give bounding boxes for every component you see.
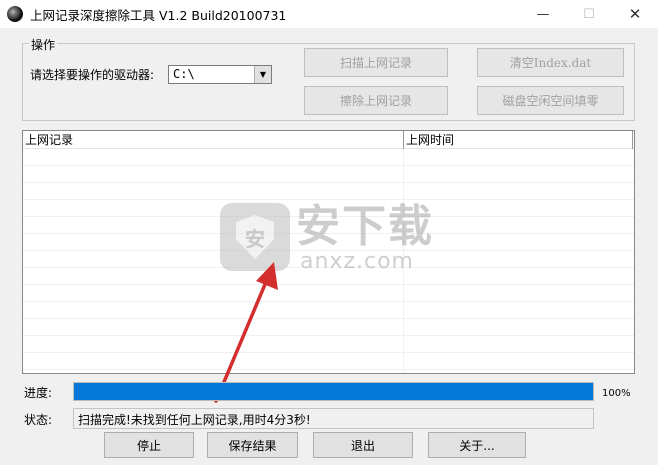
watermark-brand: 安下载: [296, 201, 434, 252]
column-header-record[interactable]: 上网记录: [23, 131, 403, 149]
erase-records-button[interactable]: 擦除上网记录: [304, 86, 448, 115]
watermark-logo: 安 安下载 anxz.com: [220, 201, 440, 274]
scan-records-button[interactable]: 扫描上网记录: [304, 48, 448, 77]
status-box: 扫描完成!未找到任何上网记录,用时4分3秒!: [73, 408, 594, 429]
title-bar: 上网记录深度擦除工具 V1.2 Build20100731 — ☐ ✕: [0, 0, 658, 28]
status-label: 状态:: [24, 413, 53, 427]
maximize-button[interactable]: ☐: [566, 0, 612, 28]
table-header: 上网记录 上网时间: [23, 131, 634, 149]
minimize-button[interactable]: —: [520, 0, 566, 28]
chevron-down-icon[interactable]: ▼: [254, 66, 271, 83]
clear-index-button[interactable]: 清空Index.dat: [477, 48, 624, 77]
drive-select[interactable]: C:\ ▼: [168, 65, 272, 84]
progress-label: 进度:: [24, 386, 53, 400]
drive-select-value: C:\: [173, 67, 195, 81]
column-header-time[interactable]: 上网时间: [404, 131, 632, 149]
stop-button[interactable]: 停止: [104, 432, 194, 458]
progress-percent: 100%: [602, 388, 631, 399]
shield-icon: 安: [220, 203, 290, 271]
drive-label: 请选择要操作的驱动器:: [30, 68, 155, 82]
close-button[interactable]: ✕: [612, 0, 658, 28]
status-text: 扫描完成!未找到任何上网记录,用时4分3秒!: [78, 413, 311, 427]
about-button[interactable]: 关于...: [428, 432, 526, 458]
column-divider[interactable]: [632, 131, 633, 149]
progress-fill: [74, 383, 593, 400]
wipe-free-space-button[interactable]: 磁盘空闲空间填零: [477, 86, 624, 115]
exit-button[interactable]: 退出: [313, 432, 413, 458]
save-results-button[interactable]: 保存结果: [207, 432, 298, 458]
progress-bar: [73, 382, 594, 401]
watermark-domain: anxz.com: [300, 249, 414, 274]
window-title: 上网记录深度擦除工具 V1.2 Build20100731: [30, 8, 287, 23]
app-icon: [7, 6, 23, 22]
operations-legend: 操作: [29, 36, 58, 53]
